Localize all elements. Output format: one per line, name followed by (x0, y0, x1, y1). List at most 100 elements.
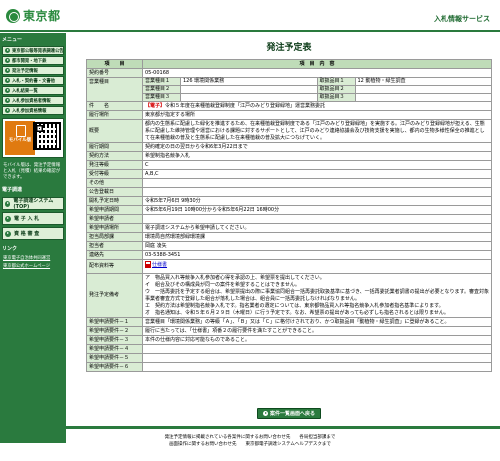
row-label: 希望申請要件－１ (86, 317, 143, 327)
requirement-4 (142, 344, 492, 354)
mobile-badge: モバイル版 (5, 121, 35, 155)
sidebar-item-bid-results[interactable]: 入札結果一覧 (2, 86, 64, 95)
mobile-promo[interactable]: モバイル版 (2, 118, 64, 158)
row-label: 希望申請要件－５ (86, 353, 143, 363)
table-row: 履行期間 契約確定の日の翌日から令和6年3月22日まで (86, 142, 492, 152)
type2-label: 営業種目２ (143, 86, 181, 93)
qr-code-icon (33, 122, 61, 150)
row-label: 発注予定備考 (86, 273, 143, 318)
link-tokyo-e-gov[interactable]: 東京電子自治体共同運営 (0, 254, 66, 262)
table-row: 希望申請要件－３ 本件の仕様内容に対応可能なものであること。 (86, 335, 492, 345)
remark-line: エ 契約方法は希望制指名競争入札です。指名業者の選定については、東京都物品買入れ… (145, 302, 444, 309)
table-row: 希望申請要件－４ (86, 344, 492, 354)
row-label: 希望申請要件－４ (86, 344, 143, 354)
qualification-review-button[interactable]: 資 格 審 査 (2, 227, 64, 240)
row-label: 希望申請要件－２ (86, 326, 143, 336)
other (142, 178, 492, 188)
row-label: 希望申請場所 (86, 223, 143, 233)
row-label: 担当者 (86, 241, 143, 251)
row-label: 希望申請要件－６ (86, 362, 143, 372)
department: 環境局自然環境部緑環境課 (142, 232, 492, 242)
requirement-3: 本件の仕様内容に対応可能なものであること。 (142, 335, 492, 345)
subject-text: 令和５年度在来種植栽登録制度「江戸のみどり登録緑地」運営業務委託 (165, 102, 326, 109)
table-row: 連絡先 03-5388-3451 (86, 250, 492, 260)
tokyo-logo[interactable]: 東京都 (6, 7, 61, 24)
application-period: 令和5年6月19日 10時00分から令和5年6月22日 16時00分 (142, 205, 492, 215)
contract-number: 05-00168 (142, 68, 492, 78)
notice-date (142, 187, 492, 197)
row-label: 契約番号 (86, 68, 143, 78)
requirement-2: 履行に当たっては、「仕様書」項番２の履行要件を満たすことができること。 (142, 326, 492, 336)
sidebar-item-order-schedule[interactable]: 発注予定情報 (2, 66, 64, 75)
mobile-note: モバイル版は、発注予定情報と入札（見積）結果の確認ができます。 (3, 163, 61, 180)
table-header-row: 項 目 項 目 内 容 (86, 59, 492, 69)
documents: 仕様書 (142, 259, 492, 274)
contact-person: 岡庭 凌矢 (142, 241, 492, 251)
row-label: 連絡先 (86, 250, 143, 260)
arrow-right-icon (5, 230, 11, 237)
row-label: 担当局部課 (86, 232, 143, 242)
row-label: 履行期間 (86, 142, 143, 152)
cat2-value (356, 86, 492, 93)
type3-label: 営業種目３ (143, 94, 181, 101)
performance-period: 契約確定の日の翌日から令和6年3月22日まで (142, 142, 492, 152)
remark-line: ウ 一括再委託を予定する組合は、希望票提出の際に事業協同組合一括再委託取扱基準に… (145, 288, 490, 302)
phone-number: 03-5388-3451 (142, 250, 492, 260)
main-content: 発注予定表 項 目 項 目 内 容 契約番号 05-00168 営業種目 営業種… (86, 36, 492, 372)
back-to-list-button[interactable]: 案件一覧画面へ戻る (257, 408, 321, 419)
back-button-label: 案件一覧画面へ戻る (269, 411, 315, 417)
table-row: 希望申請期間 令和5年6月19日 10時00分から令和5年6月22日 16時00… (86, 205, 492, 215)
accepted-grades: A,B,C (142, 169, 492, 179)
spec-document-link[interactable]: 仕様書 (152, 262, 167, 268)
type3-value (181, 94, 317, 101)
arrow-right-icon (5, 78, 10, 83)
table-row: 希望申請要件－５ (86, 353, 492, 363)
table-row: 営業種目 営業種目１ 126 環境関係業務 取扱品目１ 12 動植物・緑生調査 営業… (86, 77, 492, 102)
row-label: 件 名 (86, 101, 143, 111)
table-row: 発注等級 C (86, 160, 492, 170)
e-bidding-button[interactable]: 電 子 入 札 (2, 212, 64, 225)
arrow-right-icon (5, 48, 10, 53)
sidebar-item-label: 入札結果一覧 (12, 88, 38, 94)
table-row: 担当者 岡庭 凌矢 (86, 241, 492, 251)
type1-label: 営業種目１ (143, 78, 181, 85)
order-grade: C (142, 160, 492, 170)
sidebar-item-bid-documents[interactable]: 入札・契約書・文書他 (2, 76, 64, 85)
table-row: 契約方法 希望制指名競争入札 (86, 151, 492, 161)
sidebar-item-qualification-info[interactable]: 入札参加資格情報 (2, 106, 64, 115)
button-label: 電子調達システム(TOP) (13, 198, 54, 210)
requirement-6 (142, 362, 492, 372)
cat3-label: 取扱品目３ (317, 94, 356, 101)
sidebar-item-urban-development[interactable]: 都市開発・地下鉄 (2, 56, 64, 65)
category-row: 営業種目２ 取扱品目２ (143, 86, 491, 94)
table-row: 希望申請要件－２ 履行に当たっては、「仕様書」項番２の履行要件を満たすことができ… (86, 326, 492, 336)
row-label: 希望申請要件－３ (86, 335, 143, 345)
sidebar-item-procurement-notice[interactable]: 東京都公報等発表調達公告 (2, 46, 64, 55)
business-category-grid: 営業種目１ 126 環境関係業務 取扱品目１ 12 動植物・緑生調査 営業種目２ 取… (142, 77, 492, 102)
pdf-icon (145, 260, 151, 268)
arrow-right-icon (262, 411, 268, 416)
sidebar-item-label: 東京都公報等発表調達公告 (12, 48, 64, 54)
e-procurement-top-button[interactable]: 電子調達システム(TOP) (2, 197, 64, 210)
arrow-right-icon (5, 108, 10, 113)
link-tokyo-official-site[interactable]: 東京都公式ホームページ (0, 262, 66, 270)
row-label: その他 (86, 178, 143, 188)
cat2-label: 取扱品目２ (317, 86, 356, 93)
row-label: 開札予定日時 (86, 196, 143, 206)
requirement-5 (142, 353, 492, 363)
electronic-tag: 【電子】 (145, 102, 166, 109)
summary: 都内の生態系に配慮した緑化を推進するため、在来種植栽登録制度である「江戸のみどり… (142, 119, 492, 143)
cat1-value: 12 動植物・緑生調査 (357, 78, 406, 84)
table-row: 配布資料等 仕様書 (86, 259, 492, 274)
table-row: 発注予定備考 ア 物品買入れ等競争入札参加者心得を承認の上、希望票を提出してくだ… (86, 273, 492, 318)
arrow-right-icon (5, 88, 10, 93)
opening-date: 令和5年7月6日 9時30分 (142, 196, 492, 206)
page-footer: 発注予定情報に掲載されている各案件に関するお問い合わせ先 各局担当部課まで 画面… (0, 434, 500, 448)
button-label: 資 格 審 査 (14, 231, 40, 237)
sidebar-item-label: 都市開発・地下鉄 (12, 58, 47, 64)
sidebar-item-qualified-bidders[interactable]: 入札参加資格者情報 (2, 96, 64, 105)
row-label: 発注等級 (86, 160, 143, 170)
table-row: その他 (86, 178, 492, 188)
row-label: 契約方法 (86, 151, 143, 161)
page-title: 発注予定表 (266, 43, 312, 53)
